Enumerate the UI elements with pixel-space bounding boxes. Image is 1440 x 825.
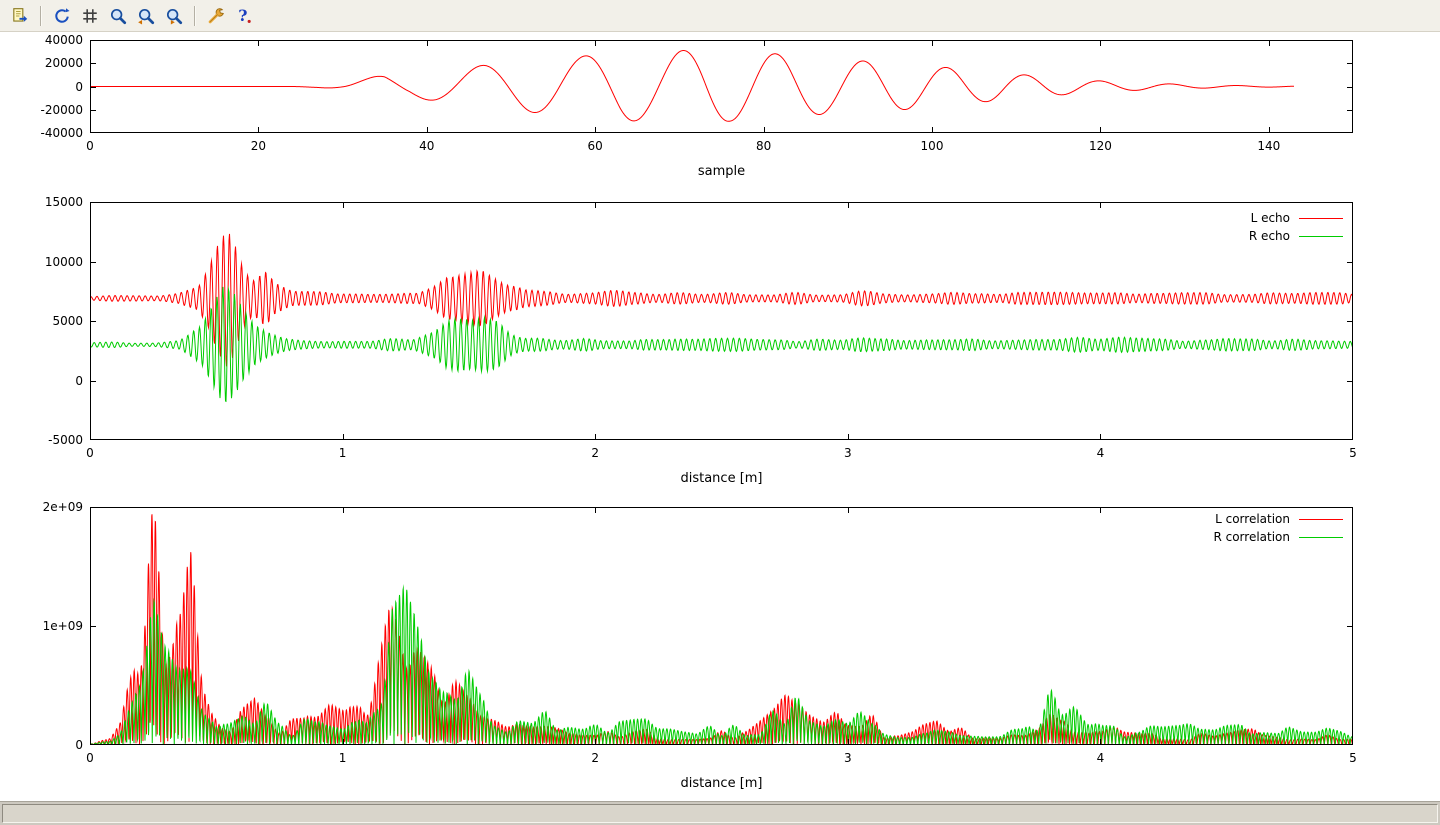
x-tick-label: 4 (1097, 751, 1105, 765)
y-tick-label: 0 (75, 374, 83, 388)
y-tick-label: 40000 (45, 33, 83, 47)
x-tick-label: 5 (1349, 446, 1357, 460)
x-tick-label: 60 (588, 139, 603, 153)
echo-plot[interactable] (90, 202, 1353, 440)
status-field (2, 804, 1438, 823)
x-tick-label: 4 (1097, 446, 1105, 460)
y-tick-label: 2e+09 (43, 500, 83, 514)
y-tick-label: 5000 (52, 314, 83, 328)
x-tick-label: 1 (339, 446, 347, 460)
y-tick-label: 20000 (45, 56, 83, 70)
echo-x-axis-label: distance [m] (680, 471, 762, 486)
x-tick-label: 140 (1257, 139, 1280, 153)
x-tick-label: 3 (844, 446, 852, 460)
x-tick-label: 0 (86, 446, 94, 460)
y-tick-label: 10000 (45, 255, 83, 269)
legend-label: L echo (1251, 211, 1290, 225)
x-tick-label: 2 (591, 446, 599, 460)
legend-label: R correlation (1213, 530, 1290, 544)
x-tick-label: 1 (339, 751, 347, 765)
x-tick-label: 0 (86, 139, 94, 153)
correlation-plot[interactable] (90, 507, 1353, 745)
x-tick-label: 40 (419, 139, 434, 153)
x-tick-label: 120 (1089, 139, 1112, 153)
y-tick-label: 1e+09 (43, 619, 83, 633)
correlation-x-axis-label: distance [m] (680, 776, 762, 791)
y-tick-label: 15000 (45, 195, 83, 209)
x-tick-label: 3 (844, 751, 852, 765)
y-tick-label: 0 (75, 738, 83, 752)
waveform-plot[interactable] (90, 40, 1353, 133)
x-tick-label: 100 (921, 139, 944, 153)
legend-line-sample (1299, 519, 1343, 520)
waveform-x-axis-label: sample (698, 164, 745, 179)
x-tick-label: 80 (756, 139, 771, 153)
status-bar (0, 801, 1440, 825)
legend-line-sample (1299, 236, 1343, 237)
y-tick-label: 0 (75, 80, 83, 94)
y-tick-label: -20000 (40, 103, 83, 117)
legend-line-sample (1299, 218, 1343, 219)
y-tick-label: -5000 (48, 433, 83, 447)
x-tick-label: 5 (1349, 751, 1357, 765)
legend-line-sample (1299, 537, 1343, 538)
y-tick-label: -40000 (40, 126, 83, 140)
legend-label: R echo (1249, 229, 1290, 243)
x-tick-label: 0 (86, 751, 94, 765)
x-tick-label: 2 (591, 751, 599, 765)
x-tick-label: 20 (251, 139, 266, 153)
gnuplot-window: ? 020406080100120140-40000-2000002000040… (0, 0, 1440, 825)
legend-label: L correlation (1215, 512, 1290, 526)
charts-region: 020406080100120140-40000-200000200004000… (0, 0, 1440, 825)
